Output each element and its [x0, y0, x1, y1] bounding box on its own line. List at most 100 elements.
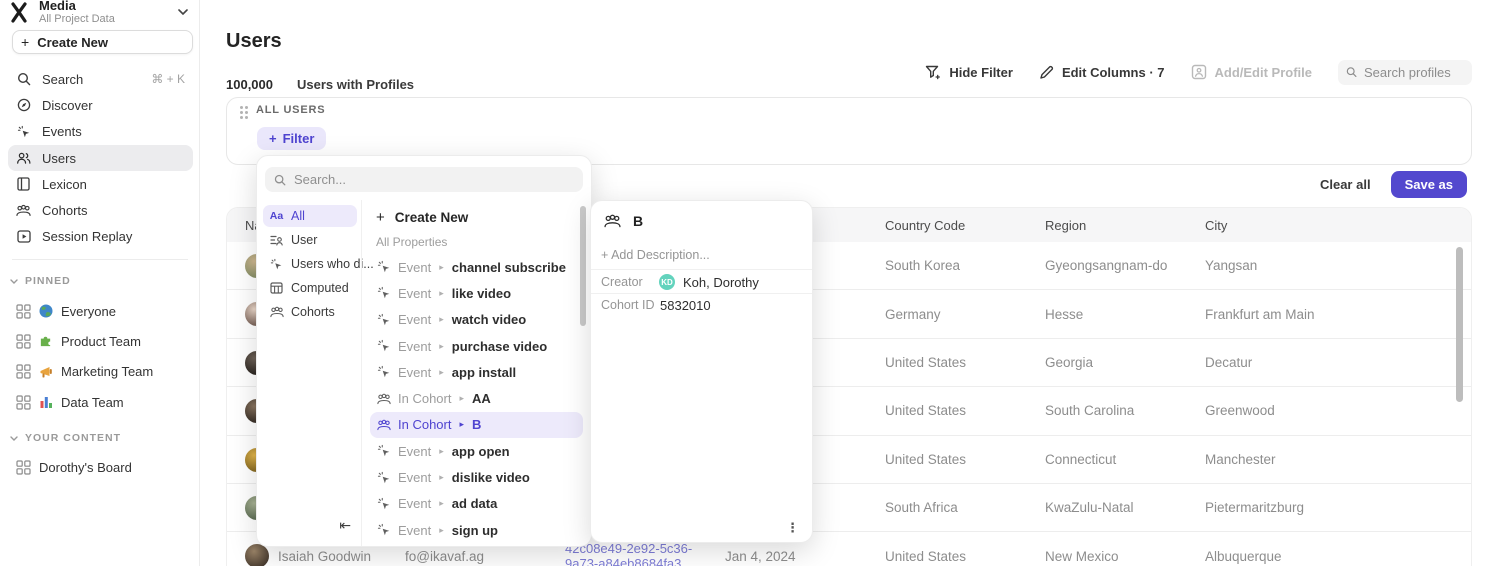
table-scrollbar[interactable] — [1456, 247, 1463, 402]
workspace-name: Media — [39, 0, 115, 13]
tab-label: Computed — [291, 281, 349, 295]
bar-chart-icon — [39, 395, 53, 409]
clear-all-button[interactable]: Clear all — [1320, 177, 1371, 192]
event-cursor-icon — [16, 124, 31, 139]
sidebar-item-product-team[interactable]: Product Team — [8, 326, 193, 356]
cohort-id-row: Cohort ID 5832010 — [601, 294, 802, 316]
sidebar-item-label: Everyone — [61, 304, 116, 319]
cell-region: Hesse — [1045, 290, 1083, 337]
filter-property-option[interactable]: Event ▸ app open — [370, 438, 583, 464]
sidebar-item-marketing-team[interactable]: Marketing Team — [8, 357, 193, 387]
overflow-menu-icon[interactable]: ⋮ — [786, 520, 799, 536]
filter-property-option[interactable]: Event ▸ app install — [370, 359, 583, 385]
cell-city: Pietermaritzburg — [1205, 484, 1304, 531]
property-name: dislike video — [452, 470, 530, 485]
search-profiles-input[interactable] — [1338, 60, 1472, 85]
filter-property-option[interactable]: Event ▸ purchase video — [370, 333, 583, 359]
create-new-button[interactable]: + Create New — [12, 30, 193, 54]
search-icon — [16, 72, 31, 87]
cell-region: Gyeongsangnam-do — [1045, 242, 1167, 289]
your-content-list: Dorothy's Board — [8, 452, 193, 482]
cell-city: Yangsan — [1205, 242, 1257, 289]
collapse-panel-icon[interactable]: ⇤ — [339, 517, 351, 534]
filter-property-option[interactable]: Event ▸ sign up — [370, 517, 583, 543]
cell-country-code: Germany — [885, 290, 941, 337]
sidebar-item-dorothys-board[interactable]: Dorothy's Board — [8, 452, 193, 482]
property-search-input[interactable] — [294, 172, 554, 187]
pencil-icon — [1039, 65, 1054, 80]
property-prefix: Event — [398, 260, 431, 275]
filter-property-option[interactable]: In Cohort ▸ B — [370, 412, 583, 438]
sidebar-item-label: Product Team — [61, 334, 141, 349]
compass-icon — [16, 98, 31, 113]
filter-property-option[interactable]: Event ▸ channel subscribe — [370, 254, 583, 280]
property-prefix: Event — [398, 339, 431, 354]
edit-columns-button[interactable]: Edit Columns · 7 — [1039, 65, 1165, 80]
create-new-property-button[interactable]: + Create New — [370, 204, 583, 230]
add-description-button[interactable]: + Add Description... — [601, 248, 710, 262]
users-icon — [16, 151, 31, 166]
tab-all[interactable]: Aa All — [263, 205, 357, 227]
create-new-label: Create New — [37, 35, 108, 50]
sidebar-item-search[interactable]: Search ⌘ + K — [8, 66, 193, 92]
header-actions: Hide Filter Edit Columns · 7 Add/Edit Pr… — [925, 58, 1472, 86]
column-header-city[interactable]: City — [1205, 208, 1227, 242]
aa-icon: Aa — [269, 210, 284, 222]
cell-country-code: South Africa — [885, 484, 958, 531]
sidebar-item-cohorts[interactable]: Cohorts — [8, 197, 193, 223]
tab-users-who-did[interactable]: Users who di... — [263, 253, 357, 275]
search-profiles-field[interactable] — [1364, 65, 1464, 80]
filter-property-option[interactable]: Event ▸ like video — [370, 280, 583, 306]
sidebar-item-discover[interactable]: Discover — [8, 92, 193, 118]
workspace-switcher[interactable]: Media All Project Data — [8, 0, 194, 28]
sidebar-item-label: Users — [42, 151, 76, 166]
hide-filter-button[interactable]: Hide Filter — [925, 65, 1013, 80]
sidebar-divider — [12, 259, 188, 260]
sidebar-item-everyone[interactable]: Everyone — [8, 296, 193, 326]
event-icon — [376, 365, 391, 379]
cohort-popover-title-row: B — [604, 213, 643, 229]
column-header-region[interactable]: Region — [1045, 208, 1086, 242]
tab-label: Cohorts — [291, 305, 335, 319]
creator-label: Creator — [601, 275, 659, 289]
dropdown-scrollbar[interactable] — [580, 206, 586, 326]
tab-cohorts[interactable]: Cohorts — [263, 301, 357, 323]
cell-country-code: United States — [885, 436, 966, 483]
tab-label: All — [291, 209, 305, 223]
caret-right-icon: ▸ — [438, 472, 445, 483]
property-prefix: Event — [398, 470, 431, 485]
property-search-box[interactable] — [265, 167, 583, 192]
sidebar-item-data-team[interactable]: Data Team — [8, 387, 193, 417]
property-prefix: Event — [398, 312, 431, 327]
your-content-section-header[interactable]: YOUR CONTENT — [10, 427, 190, 449]
caret-right-icon: ▸ — [438, 314, 445, 325]
sidebar-item-users[interactable]: Users — [8, 145, 193, 171]
cell-region: Connecticut — [1045, 436, 1116, 483]
profile-badge-icon — [1191, 64, 1207, 80]
sidebar-item-session-replay[interactable]: Session Replay — [8, 224, 193, 250]
mixpanel-logo — [8, 0, 30, 24]
filter-property-option[interactable]: Event ▸ ad data — [370, 491, 583, 517]
add-edit-profile-button[interactable]: Add/Edit Profile — [1191, 64, 1313, 80]
sidebar-item-label: Dorothy's Board — [39, 460, 132, 475]
column-header-country-code[interactable]: Country Code — [885, 208, 965, 242]
dropdown-body: Aa All User Users who di... Computed Coh… — [257, 200, 591, 546]
save-as-button[interactable]: Save as — [1391, 171, 1467, 198]
sidebar-item-label: Events — [42, 124, 82, 139]
caret-right-icon: ▸ — [438, 367, 445, 378]
tab-computed[interactable]: Computed — [263, 277, 357, 299]
sidebar-item-lexicon[interactable]: Lexicon — [8, 171, 193, 197]
sidebar-item-events[interactable]: Events — [8, 119, 193, 145]
pinned-section-header[interactable]: PINNED — [10, 270, 190, 292]
filter-property-option[interactable]: Event ▸ watch video — [370, 307, 583, 333]
board-grid-icon — [16, 364, 31, 379]
caret-right-icon: ▸ — [438, 262, 445, 273]
property-name: purchase video — [452, 339, 547, 354]
filter-property-option[interactable]: Event ▸ dislike video — [370, 464, 583, 490]
funnel-icon — [925, 65, 941, 80]
add-filter-button[interactable]: + Filter — [257, 127, 326, 150]
chevron-down-icon — [10, 279, 18, 284]
drag-handle-icon[interactable] — [240, 106, 243, 109]
tab-user[interactable]: User — [263, 229, 357, 251]
filter-property-option[interactable]: In Cohort ▸ AA — [370, 385, 583, 411]
